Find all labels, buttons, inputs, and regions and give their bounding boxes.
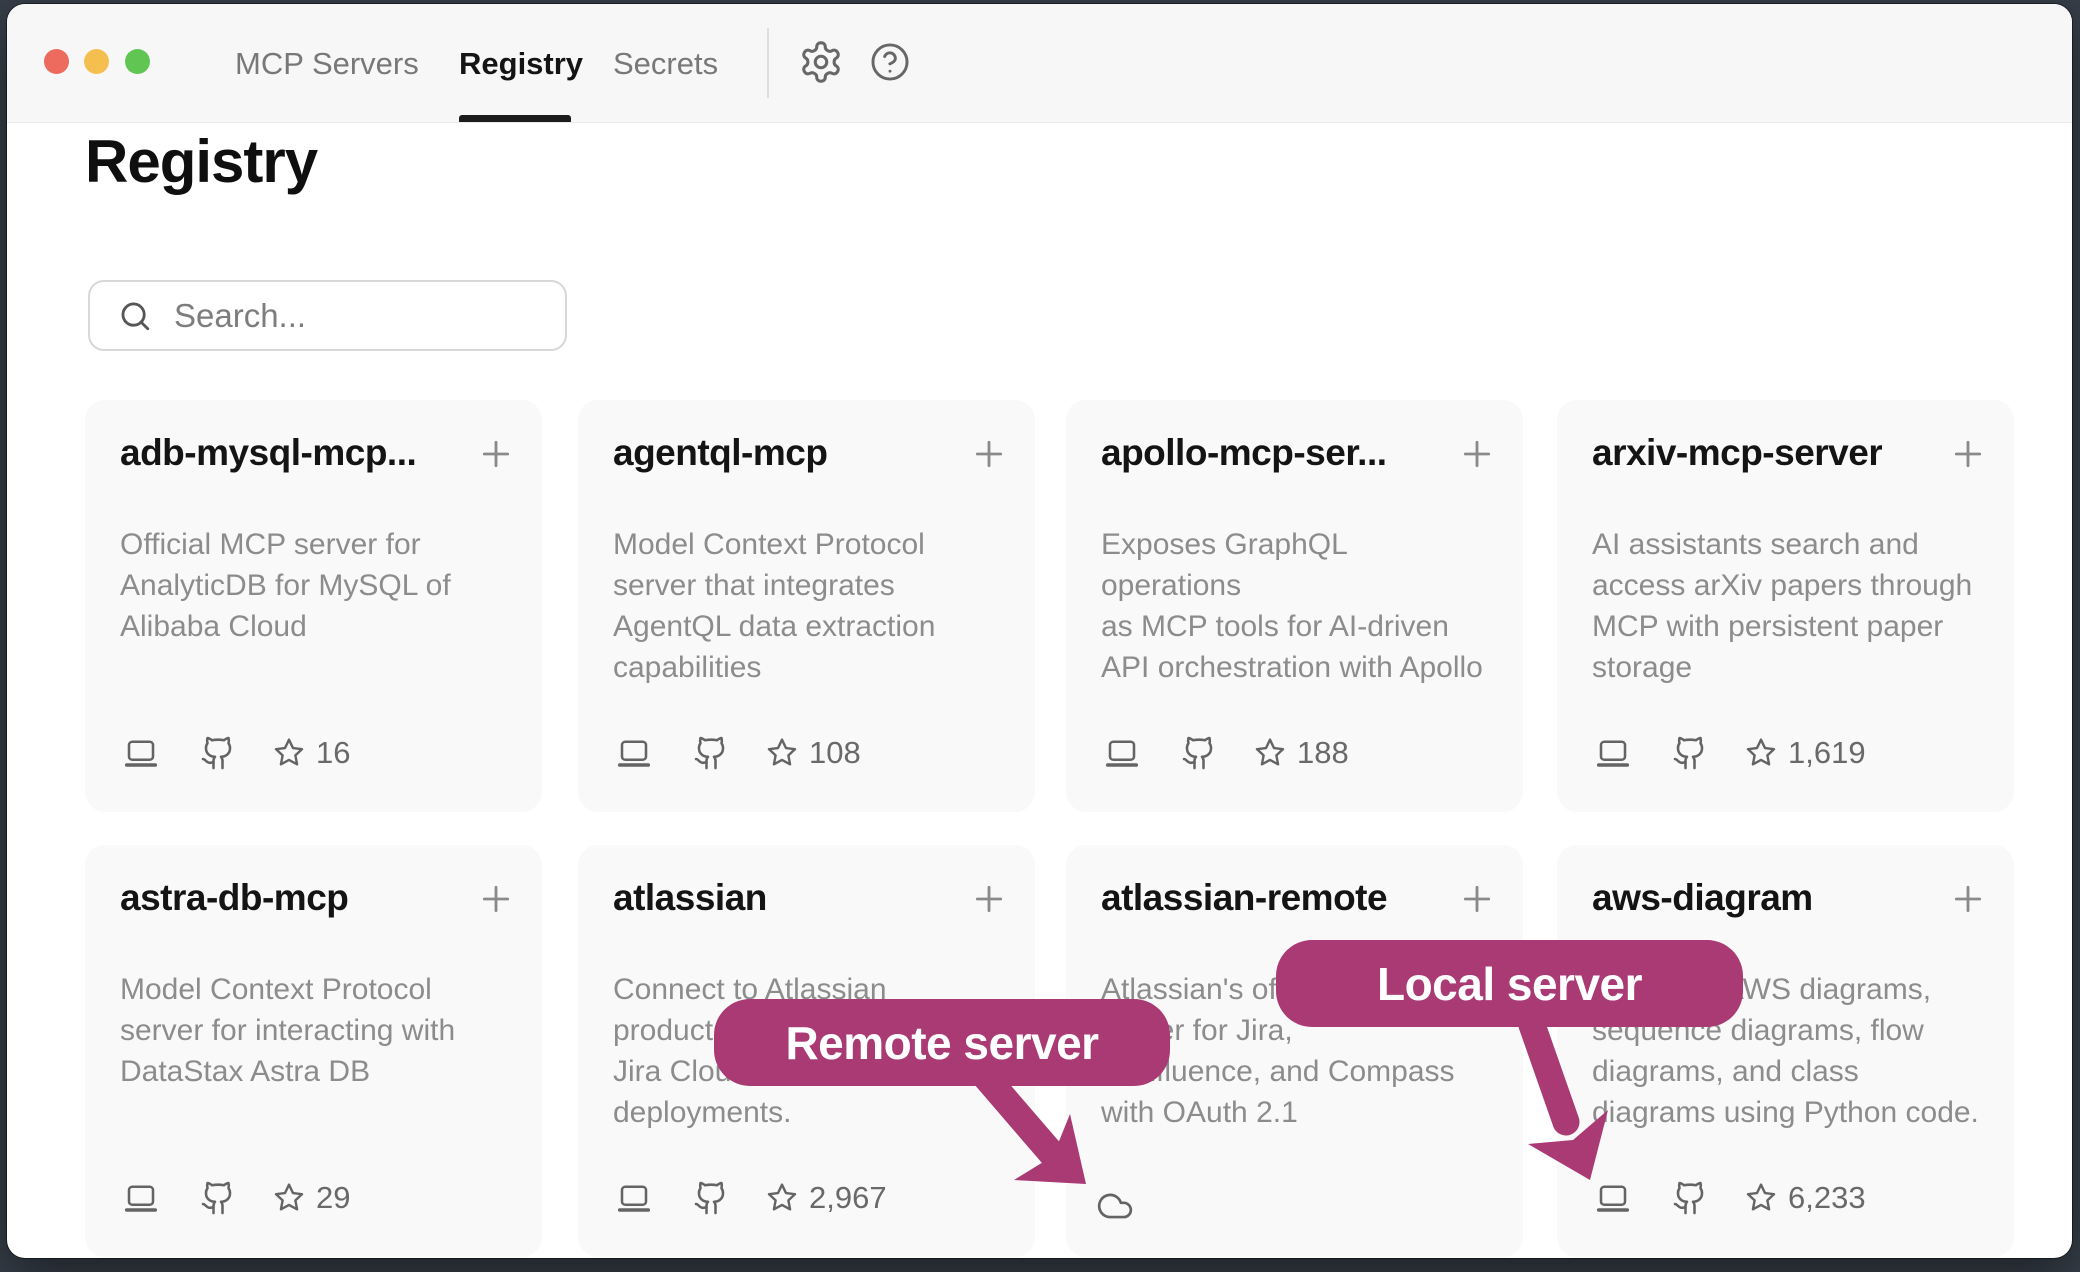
add-server-button[interactable] [1948, 434, 1988, 474]
github-icon[interactable] [693, 1180, 729, 1216]
laptop-icon [1595, 735, 1631, 771]
plus-icon [476, 879, 516, 919]
server-name: adb-mysql-mcp... [120, 432, 416, 474]
gear-icon [798, 39, 846, 85]
local-server-callout: Local server [1276, 940, 1743, 1027]
server-description: AI assistants search and access arXiv pa… [1592, 524, 1986, 688]
add-server-button[interactable] [969, 879, 1009, 919]
server-description: Official MCP server for AnalyticDB for M… [120, 524, 514, 647]
add-server-button[interactable] [1948, 879, 1988, 919]
server-name: arxiv-mcp-server [1592, 432, 1882, 474]
active-tab-indicator [459, 115, 571, 122]
server-card[interactable]: arxiv-mcp-server AI assistants search an… [1557, 400, 2014, 812]
titlebar[interactable]: MCP Servers Registry Secrets [7, 4, 2072, 123]
server-name: apollo-mcp-ser... [1101, 432, 1387, 474]
card-footer: 16 [123, 733, 512, 773]
star-icon [272, 736, 306, 770]
github-icon[interactable] [200, 1180, 236, 1216]
server-card[interactable]: agentql-mcp Model Context Protocol serve… [578, 400, 1035, 812]
plus-icon [1457, 879, 1497, 919]
search-icon [118, 299, 152, 333]
laptop-icon [1595, 1180, 1631, 1216]
add-server-button[interactable] [476, 434, 516, 474]
plus-icon [476, 434, 516, 474]
search-box[interactable] [88, 280, 567, 351]
settings-button[interactable] [798, 38, 846, 86]
plus-icon [969, 434, 1009, 474]
laptop-icon [1104, 735, 1140, 771]
plus-icon [1948, 879, 1988, 919]
server-description: Exposes GraphQL operations as MCP tools … [1101, 524, 1495, 688]
help-button[interactable] [868, 38, 916, 86]
card-footer: 1,619 [1595, 733, 1984, 773]
star-count: 108 [809, 735, 861, 771]
server-description: Model Context Protocol server that integ… [613, 524, 1007, 688]
close-window-button[interactable] [44, 49, 69, 74]
star-count: 2,967 [809, 1180, 887, 1216]
tab-mcp-servers[interactable]: MCP Servers [235, 4, 419, 123]
card-footer: 29 [123, 1178, 512, 1218]
github-icon[interactable] [200, 735, 236, 771]
laptop-icon [123, 1180, 159, 1216]
server-name: agentql-mcp [613, 432, 827, 474]
desktop-backdrop: MCP Servers Registry Secrets Registry [0, 0, 2080, 1272]
search-input[interactable] [174, 297, 554, 335]
server-card[interactable]: adb-mysql-mcp... Official MCP server for… [85, 400, 542, 812]
add-server-button[interactable] [969, 434, 1009, 474]
laptop-icon [616, 735, 652, 771]
star-count: 16 [316, 735, 350, 771]
card-footer: 108 [616, 733, 1005, 773]
star-icon [1253, 736, 1287, 770]
star-icon [765, 736, 799, 770]
minimize-window-button[interactable] [84, 49, 109, 74]
star-count: 188 [1297, 735, 1349, 771]
card-footer [1104, 1178, 1493, 1218]
star-count: 1,619 [1788, 735, 1866, 771]
github-icon[interactable] [1672, 1180, 1708, 1216]
server-card[interactable]: apollo-mcp-ser... Exposes GraphQL operat… [1066, 400, 1523, 812]
server-name: atlassian-remote [1101, 877, 1387, 919]
plus-icon [1457, 434, 1497, 474]
star-icon [1744, 1181, 1778, 1215]
page-title: Registry [85, 127, 317, 196]
card-footer: 6,233 [1595, 1178, 1984, 1218]
star-icon [1744, 736, 1778, 770]
github-icon[interactable] [693, 735, 729, 771]
server-name: aws-diagram [1592, 877, 1813, 919]
help-icon [868, 40, 916, 84]
plus-icon [969, 879, 1009, 919]
add-server-button[interactable] [1457, 879, 1497, 919]
star-count: 6,233 [1788, 1180, 1866, 1216]
add-server-button[interactable] [1457, 434, 1497, 474]
zoom-window-button[interactable] [125, 49, 150, 74]
tab-secrets[interactable]: Secrets [613, 4, 718, 123]
add-server-button[interactable] [476, 879, 516, 919]
card-footer: 2,967 [616, 1178, 1005, 1218]
laptop-icon [616, 1180, 652, 1216]
server-name: astra-db-mcp [120, 877, 348, 919]
star-count: 29 [316, 1180, 350, 1216]
server-name: atlassian [613, 877, 767, 919]
laptop-icon [123, 735, 159, 771]
cloud-icon [1096, 1187, 1134, 1225]
titlebar-divider [767, 28, 769, 98]
github-icon[interactable] [1672, 735, 1708, 771]
server-card[interactable]: aws-diagram Generate AWS diagrams, seque… [1557, 845, 2014, 1257]
plus-icon [1948, 434, 1988, 474]
card-footer: 188 [1104, 733, 1493, 773]
remote-server-callout: Remote server [714, 999, 1170, 1086]
github-icon[interactable] [1181, 735, 1217, 771]
server-description: Model Context Protocol server for intera… [120, 969, 514, 1092]
tab-registry[interactable]: Registry [459, 4, 583, 123]
star-icon [272, 1181, 306, 1215]
star-icon [765, 1181, 799, 1215]
server-card[interactable]: astra-db-mcp Model Context Protocol serv… [85, 845, 542, 1257]
